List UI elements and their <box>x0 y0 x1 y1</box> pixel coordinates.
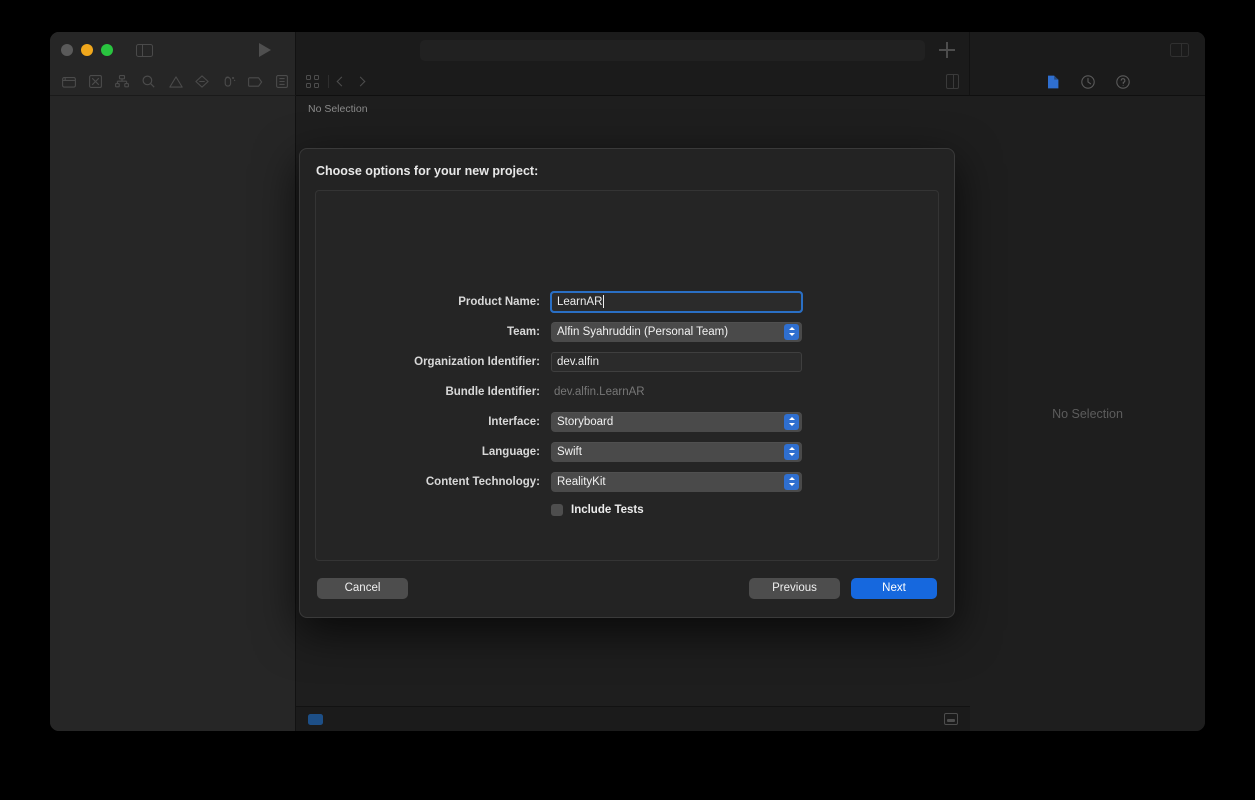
inspector-empty-message: No Selection <box>1052 406 1123 421</box>
sidebar-left-icon[interactable] <box>136 43 153 57</box>
field-row-content-technology: Content Technology: RealityKit <box>316 467 938 496</box>
text-caret <box>603 295 605 308</box>
toolbar-divider <box>328 75 329 88</box>
organization-identifier-value: dev.alfin <box>557 355 599 368</box>
field-row-include-tests: Include Tests <box>316 497 938 523</box>
product-name-label: Product Name: <box>458 295 540 308</box>
cancel-button[interactable]: Cancel <box>317 577 408 599</box>
debug-icon[interactable] <box>215 71 242 93</box>
inspector-panel: No Selection <box>970 96 1205 731</box>
play-icon[interactable] <box>259 43 271 57</box>
chevron-right-icon[interactable] <box>355 76 366 87</box>
organization-identifier-label: Organization Identifier: <box>414 355 540 368</box>
interface-value: Storyboard <box>557 415 614 428</box>
history-inspector-icon[interactable] <box>1080 74 1095 89</box>
status-bar <box>296 706 970 731</box>
team-select[interactable]: Alfin Syahruddin (Personal Team) <box>551 321 802 342</box>
content-technology-select[interactable]: RealityKit <box>551 471 802 492</box>
source-control-icon[interactable] <box>83 71 110 93</box>
console-toggle-icon[interactable] <box>944 713 958 725</box>
include-tests-label: Include Tests <box>571 504 644 516</box>
breadcrumb: No Selection <box>296 96 970 122</box>
content-technology-value: RealityKit <box>557 475 606 488</box>
grid-icon[interactable] <box>306 75 319 88</box>
zoom-window-button[interactable] <box>101 44 113 56</box>
minimize-window-button[interactable] <box>81 44 93 56</box>
field-row-bundle-identifier: Bundle Identifier: dev.alfin.LearnAR <box>316 377 938 406</box>
field-row-language: Language: Swift <box>316 437 938 466</box>
secondary-toolbar <box>50 68 1205 96</box>
field-row-product-name: Product Name: LearnAR <box>316 287 938 316</box>
field-row-team: Team: Alfin Syahruddin (Personal Team) <box>316 317 938 346</box>
bundle-identifier-label: Bundle Identifier: <box>445 385 540 398</box>
previous-button[interactable]: Previous <box>749 577 840 599</box>
activity-status-bar <box>420 39 925 61</box>
breakpoint-icon[interactable] <box>242 71 269 93</box>
organization-identifier-input[interactable]: dev.alfin <box>551 351 802 372</box>
field-row-organization-identifier: Organization Identifier: dev.alfin <box>316 347 938 376</box>
options-panel: Product Name: LearnAR Team: Alfin Syahru… <box>315 190 939 561</box>
interface-label: Interface: <box>488 415 540 428</box>
window-titlebar <box>50 32 1205 68</box>
run-button-area <box>153 32 295 68</box>
search-icon[interactable] <box>136 71 163 93</box>
language-value: Swift <box>557 445 582 458</box>
bundle-identifier-value: dev.alfin.LearnAR <box>554 385 645 398</box>
plus-icon[interactable] <box>939 42 955 58</box>
close-window-button[interactable] <box>61 44 73 56</box>
titlebar-activity-section <box>296 32 970 68</box>
inspector-tab-bar <box>970 68 1205 96</box>
chevron-updown-icon[interactable] <box>784 323 799 340</box>
quick-help-icon[interactable] <box>1115 74 1130 89</box>
new-project-options-sheet: Choose options for your new project: Pro… <box>299 148 955 618</box>
chevron-updown-icon[interactable] <box>784 473 799 490</box>
product-name-value: LearnAR <box>557 295 603 308</box>
report-icon[interactable] <box>269 71 296 93</box>
team-label: Team: <box>506 325 540 338</box>
issue-warning-icon[interactable] <box>162 71 189 93</box>
folder-icon[interactable] <box>56 71 83 93</box>
options-form: Product Name: LearnAR Team: Alfin Syahru… <box>316 287 938 523</box>
chevron-left-icon[interactable] <box>336 76 347 87</box>
sidebar-right-icon[interactable] <box>1170 43 1189 57</box>
traffic-light-group <box>61 44 113 56</box>
titlebar-right-section <box>970 32 1205 68</box>
language-select[interactable]: Swift <box>551 441 802 462</box>
content-technology-label: Content Technology: <box>425 475 540 488</box>
symbol-hierarchy-icon[interactable] <box>109 71 136 93</box>
team-value: Alfin Syahruddin (Personal Team) <box>557 325 729 338</box>
chevron-updown-icon[interactable] <box>784 443 799 460</box>
navigator-filter-toolbar <box>50 68 296 96</box>
titlebar-left-section <box>50 32 296 68</box>
filter-tag-icon[interactable] <box>308 713 323 725</box>
field-row-interface: Interface: Storyboard <box>316 407 938 436</box>
include-tests-checkbox[interactable] <box>551 504 563 516</box>
chevron-updown-icon[interactable] <box>784 413 799 430</box>
file-inspector-icon[interactable] <box>1045 74 1060 89</box>
sheet-footer: Cancel Previous Next <box>315 572 939 604</box>
interface-select[interactable]: Storyboard <box>551 411 802 432</box>
test-diamond-icon[interactable] <box>189 71 216 93</box>
language-label: Language: <box>481 445 540 458</box>
project-navigator-panel[interactable] <box>50 96 296 731</box>
next-button[interactable]: Next <box>851 577 937 599</box>
product-name-input[interactable]: LearnAR <box>550 290 803 313</box>
editor-jumpbar-toolbar <box>296 68 970 96</box>
page-title: Choose options for your new project: <box>316 164 539 178</box>
split-editor-icon[interactable] <box>946 74 959 89</box>
xcode-window: No Selection No Selection Choose options… <box>50 32 1205 731</box>
